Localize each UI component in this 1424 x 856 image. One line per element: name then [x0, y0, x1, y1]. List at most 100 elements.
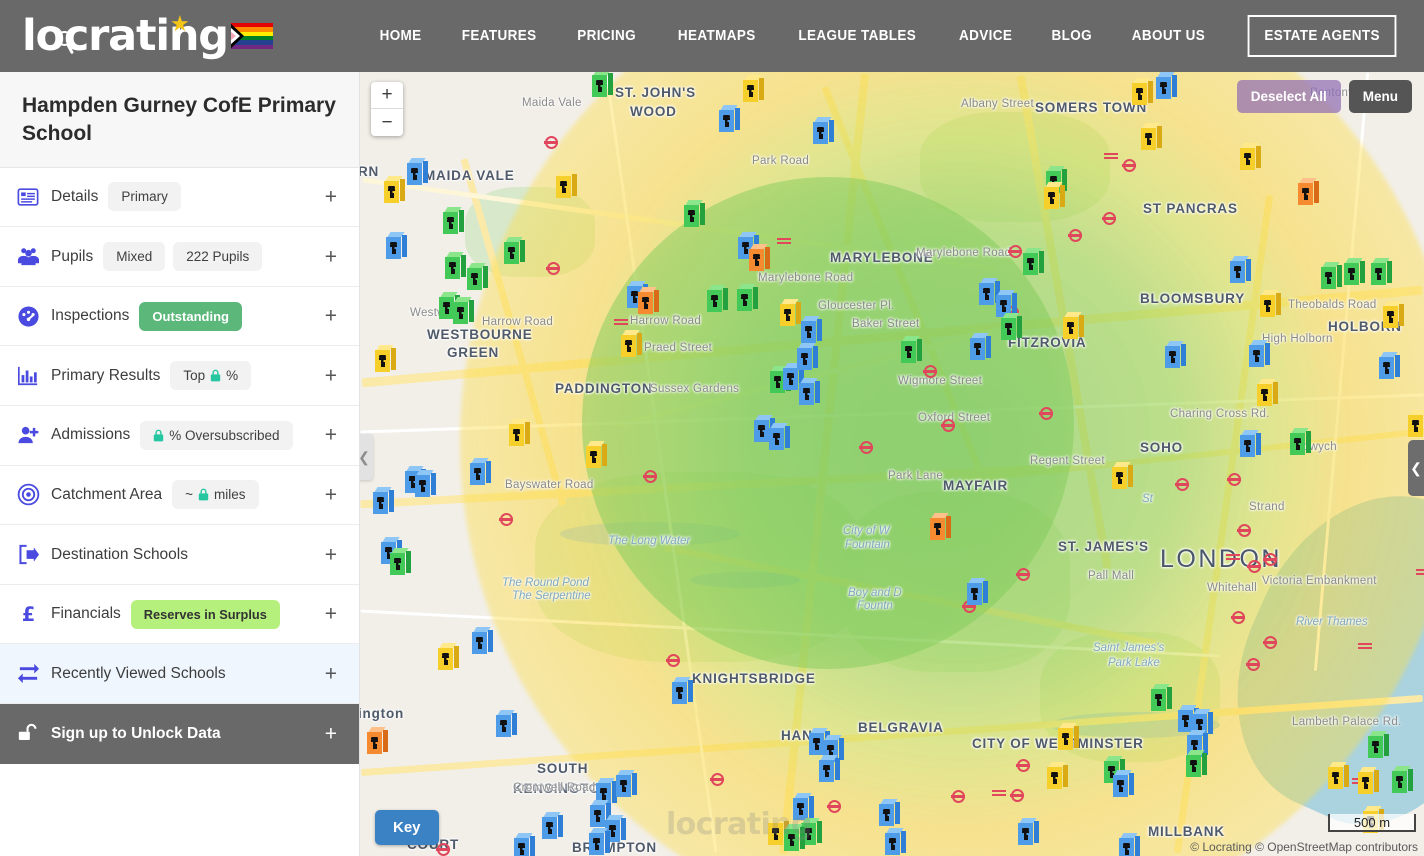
expand-row-button[interactable]: +: [325, 246, 337, 267]
school-marker-blue[interactable]: [884, 828, 906, 856]
school-marker-green[interactable]: [1370, 258, 1392, 288]
school-marker-green[interactable]: [389, 548, 411, 578]
nav-home[interactable]: HOME: [363, 28, 438, 44]
expand-row-button[interactable]: +: [325, 724, 337, 745]
school-marker-blue[interactable]: [818, 755, 840, 785]
sidebar-row-primary-results[interactable]: Primary Results Top% +: [0, 346, 359, 407]
login-button[interactable]: LOGIN: [1402, 14, 1424, 58]
sidebar-row-catchment-area[interactable]: Catchment Area ~ miles +: [0, 465, 359, 526]
school-marker-orange[interactable]: [748, 244, 770, 274]
expand-row-button[interactable]: +: [325, 484, 337, 505]
school-marker-yellow[interactable]: [1062, 312, 1084, 342]
school-marker-green[interactable]: [503, 237, 525, 267]
school-marker-green[interactable]: [1289, 428, 1311, 458]
nav-league-tables[interactable]: LEAGUE TABLES: [782, 28, 933, 44]
school-marker-green[interactable]: [591, 72, 613, 100]
school-marker-yellow[interactable]: [1046, 762, 1068, 792]
school-marker-blue[interactable]: [969, 333, 991, 363]
school-marker-yellow[interactable]: [779, 299, 801, 329]
school-marker-orange[interactable]: [366, 727, 388, 757]
locrating-logo[interactable]: locrating ★: [22, 12, 229, 58]
school-marker-yellow[interactable]: [1043, 182, 1065, 212]
nav-about-us[interactable]: ABOUT US: [1115, 28, 1222, 44]
school-marker-green[interactable]: [783, 824, 805, 854]
school-marker-yellow[interactable]: [620, 330, 642, 360]
school-marker-yellow[interactable]: [374, 345, 396, 375]
school-marker-blue[interactable]: [1118, 833, 1140, 856]
sidebar-row-financials[interactable]: £ Financials Reserves in Surplus +: [0, 584, 359, 645]
expand-row-button[interactable]: +: [325, 544, 337, 565]
school-marker-green[interactable]: [452, 297, 474, 327]
map-canvas[interactable]: LONDON ST. JOHN'S WOOD SOMERS TOWN ST PANCRA…: [360, 72, 1424, 856]
school-marker-yellow[interactable]: [1131, 78, 1153, 108]
school-marker-blue[interactable]: [800, 316, 822, 346]
school-marker-green[interactable]: [442, 207, 464, 237]
school-marker-green[interactable]: [736, 284, 758, 314]
school-marker-orange[interactable]: [929, 513, 951, 543]
school-marker-blue[interactable]: [812, 117, 834, 147]
sidebar-row-sign-up-to-unlock-data[interactable]: Sign up to Unlock Data +: [0, 704, 359, 765]
school-marker-green[interactable]: [444, 252, 466, 282]
school-marker-blue[interactable]: [796, 343, 818, 373]
school-marker-blue[interactable]: [1155, 72, 1177, 102]
school-marker-green[interactable]: [683, 200, 705, 230]
school-marker-blue[interactable]: [471, 627, 493, 657]
school-marker-blue[interactable]: [588, 828, 610, 856]
school-marker-blue[interactable]: [1164, 341, 1186, 371]
school-marker-blue[interactable]: [966, 578, 988, 608]
expand-row-button[interactable]: +: [325, 604, 337, 625]
sidebar-row-admissions[interactable]: Admissions % Oversubscribed +: [0, 406, 359, 466]
school-marker-green[interactable]: [466, 263, 488, 293]
nav-blog[interactable]: BLOG: [1035, 28, 1109, 44]
school-marker-blue[interactable]: [385, 232, 407, 262]
school-marker-blue[interactable]: [372, 487, 394, 517]
school-marker-blue[interactable]: [1229, 256, 1251, 286]
school-marker-blue[interactable]: [1378, 352, 1400, 382]
school-marker-green[interactable]: [1185, 750, 1207, 780]
menu-button[interactable]: Menu: [1348, 80, 1412, 113]
school-marker-yellow[interactable]: [1111, 462, 1133, 492]
school-marker-blue[interactable]: [1239, 430, 1261, 460]
school-marker-yellow[interactable]: [742, 75, 764, 105]
school-marker-blue[interactable]: [615, 770, 637, 800]
expand-row-button[interactable]: +: [325, 425, 337, 446]
school-marker-yellow[interactable]: [1239, 143, 1261, 173]
zoom-out-button[interactable]: −: [371, 109, 403, 136]
school-marker-blue[interactable]: [1112, 770, 1134, 800]
nav-estate-agents[interactable]: ESTATE AGENTS: [1247, 15, 1397, 57]
school-marker-blue[interactable]: [718, 105, 740, 135]
school-marker-blue[interactable]: [513, 833, 535, 856]
school-marker-blue[interactable]: [414, 470, 436, 500]
school-marker-green[interactable]: [900, 336, 922, 366]
sidebar-collapse-toggle[interactable]: ❮: [360, 434, 373, 480]
school-marker-blue[interactable]: [671, 677, 693, 707]
school-marker-green[interactable]: [1320, 262, 1342, 292]
school-marker-blue[interactable]: [406, 158, 428, 188]
school-marker-blue[interactable]: [1017, 818, 1039, 848]
school-marker-green[interactable]: [1000, 313, 1022, 343]
zoom-in-button[interactable]: +: [371, 82, 403, 109]
school-marker-blue[interactable]: [768, 423, 790, 453]
school-marker-blue[interactable]: [495, 710, 517, 740]
sidebar-row-pupils[interactable]: Pupils Mixed 222 Pupils +: [0, 227, 359, 287]
school-marker-yellow[interactable]: [1057, 723, 1079, 753]
school-marker-yellow[interactable]: [1259, 290, 1281, 320]
school-marker-yellow[interactable]: [585, 441, 607, 471]
school-marker-yellow[interactable]: [383, 176, 405, 206]
school-marker-green[interactable]: [1150, 684, 1172, 714]
school-marker-blue[interactable]: [1248, 340, 1270, 370]
school-marker-green[interactable]: [1022, 248, 1044, 278]
deselect-all-button[interactable]: Deselect All: [1236, 80, 1341, 113]
school-marker-green[interactable]: [1391, 766, 1413, 796]
school-marker-blue[interactable]: [878, 799, 900, 829]
nav-advice[interactable]: ADVICE: [942, 28, 1029, 44]
school-marker-yellow[interactable]: [1407, 410, 1424, 440]
expand-row-button[interactable]: +: [325, 365, 337, 386]
expand-row-button[interactable]: +: [325, 306, 337, 327]
school-marker-blue[interactable]: [469, 458, 491, 488]
school-marker-blue[interactable]: [798, 378, 820, 408]
panel-expand-toggle[interactable]: ❮: [1408, 440, 1424, 496]
expand-row-button[interactable]: +: [325, 186, 337, 207]
school-marker-blue[interactable]: [541, 812, 563, 842]
school-marker-yellow[interactable]: [1140, 123, 1162, 153]
